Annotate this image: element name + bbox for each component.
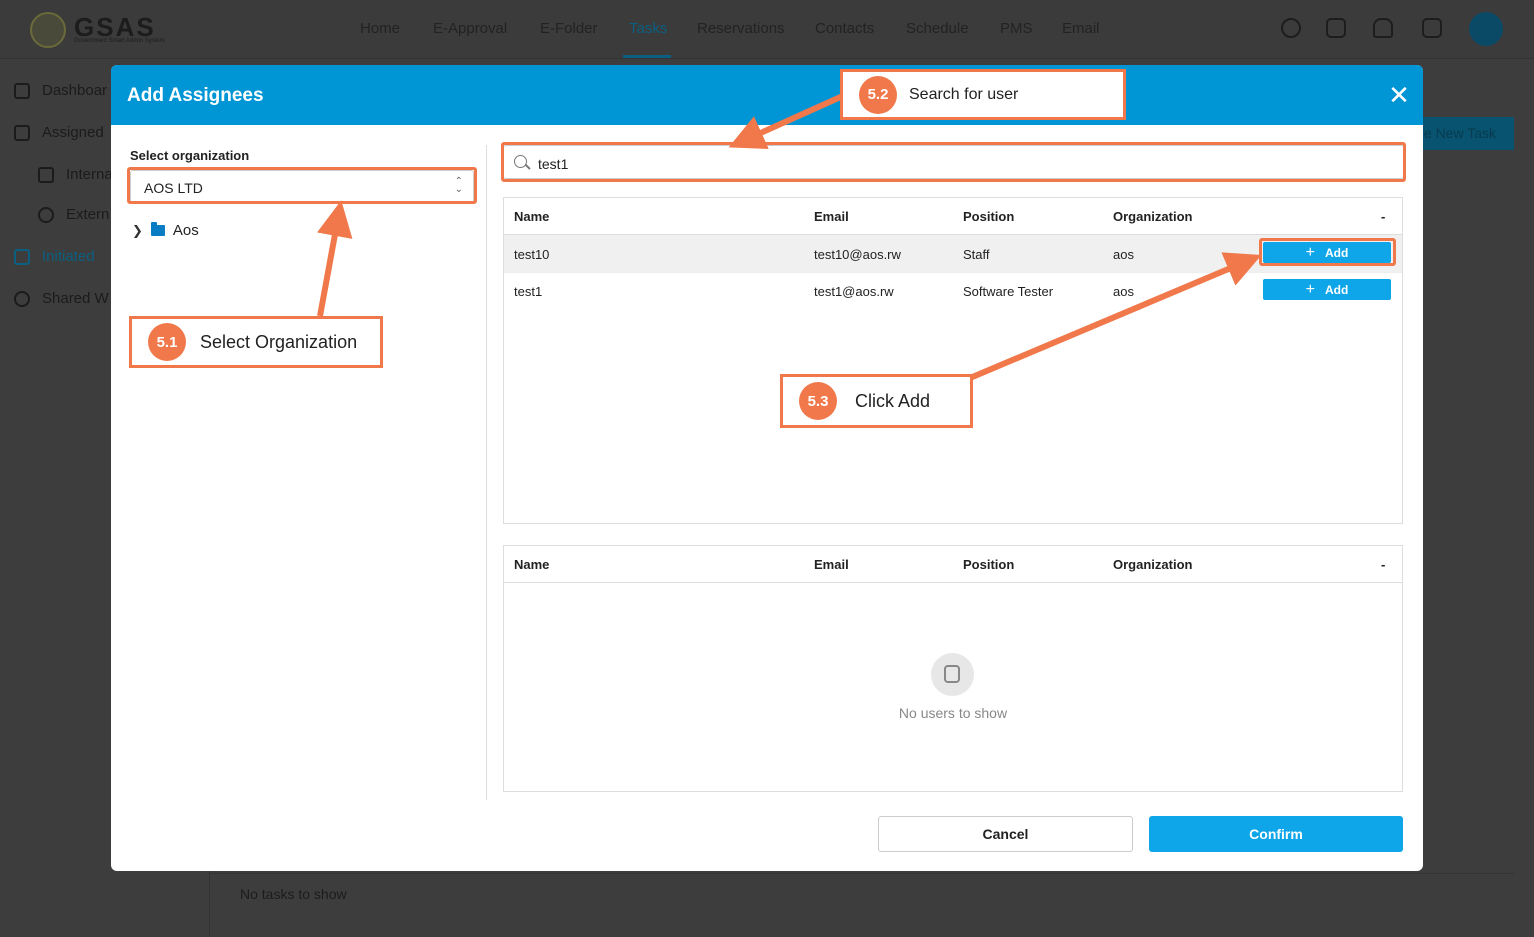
- annotation-text: Select Organization: [200, 331, 358, 352]
- step-badge: 5.3: [799, 382, 837, 420]
- arrow-to-search: [728, 92, 847, 150]
- annotation-search-user: 5.2 Search for user: [840, 69, 1126, 120]
- arrow-to-add-button: [968, 252, 1262, 381]
- annotation-text: Search for user: [909, 85, 1019, 103]
- arrow-to-organization: [317, 200, 353, 317]
- annotation-text: Click Add: [855, 390, 931, 411]
- step-badge: 5.2: [859, 75, 897, 114]
- annotation-click-add: 5.3 Click Add: [780, 374, 973, 428]
- annotation-select-organization: 5.1 Select Organization: [129, 316, 383, 368]
- annotation-arrows: [317, 92, 1262, 381]
- step-badge: 5.1: [148, 323, 186, 361]
